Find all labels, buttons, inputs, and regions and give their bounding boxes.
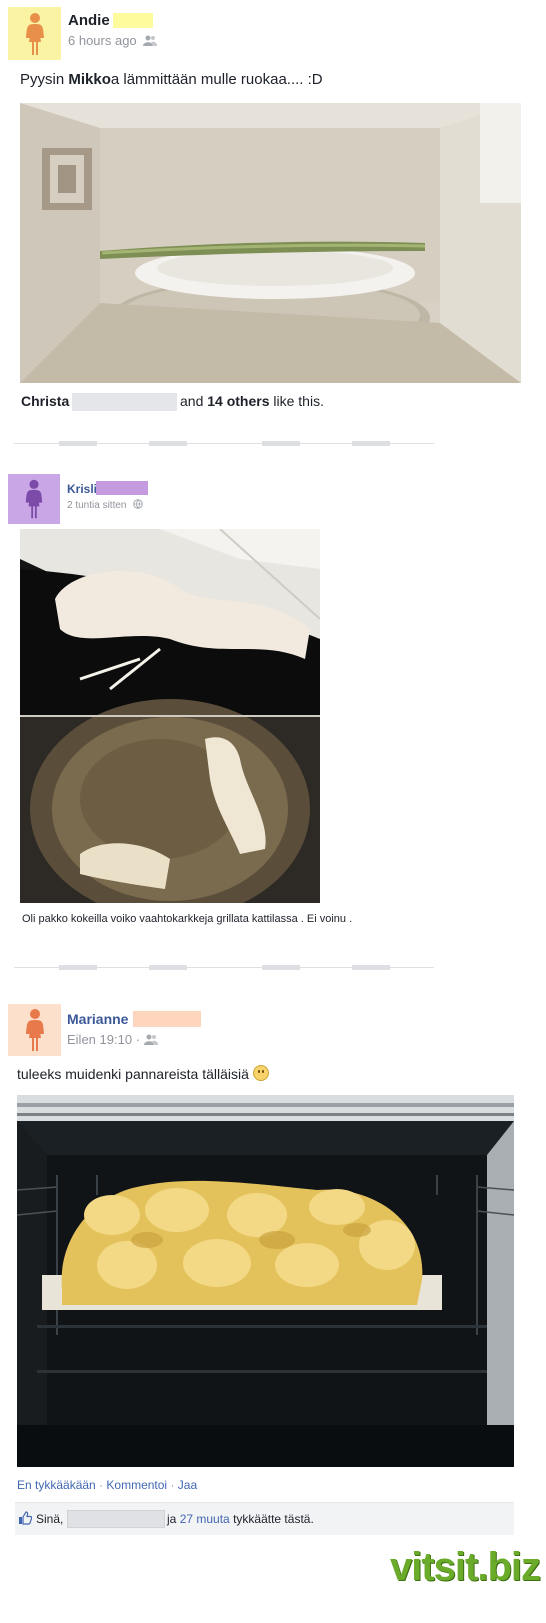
likes-and: ja [167,1512,177,1526]
timestamp-text[interactable]: 6 hours ago [68,33,137,48]
likes-others-link[interactable]: 27 muuta [180,1512,230,1526]
watermark-text: vitsit.biz [390,1545,541,1589]
oven-illustration [17,1095,514,1467]
microwave-illustration [20,103,521,383]
post-timestamp[interactable]: 2 tuntia sitten [67,499,144,511]
likes-and: and [180,393,204,409]
redacted-liker [72,393,177,411]
person-silhouette-icon [25,479,43,519]
redacted-liker [67,1510,165,1528]
action-separator: · [99,1478,104,1492]
author-first-name[interactable]: Andie [68,12,110,29]
likes-suffix: tykkäätte tästä. [233,1512,314,1526]
redacted-name [133,1011,201,1027]
comment-link[interactable]: Kommentoi [106,1478,167,1492]
likes-others-link[interactable]: 14 others [207,393,269,409]
avatar[interactable] [8,1004,61,1056]
share-link[interactable]: Jaa [178,1478,197,1492]
author-first-name[interactable]: Marianne [67,1011,128,1027]
post-divider [14,441,434,446]
friends-icon [143,35,158,46]
unlike-link[interactable]: En tykkääkään [17,1478,96,1492]
post-photo-marshmallows[interactable] [20,529,320,903]
post-actions: En tykkääkään · Kommentoi · Jaa [17,1478,197,1492]
globe-icon [133,499,144,509]
post-text-start: Pyysin [20,71,69,88]
thumbs-up-icon[interactable] [18,1511,32,1525]
caption-text: Oli pakko kokeilla voiko vaahtokarkkeja … [22,913,353,925]
timestamp-text[interactable]: Eilen 19:10 [67,1032,132,1047]
avatar[interactable] [8,7,61,60]
redacted-name [113,13,153,28]
photo-caption: Oli pakko kokeilla voiko vaahtokarkkeja … [22,913,352,925]
post-timestamp[interactable]: 6 hours ago [68,33,158,48]
person-silhouette-icon [25,1009,44,1051]
timestamp-text[interactable]: 2 tuntia sitten [67,500,126,511]
author-name[interactable]: Andie [68,12,110,29]
post-text-body: tuleeks muidenki pannareista tälläisiä [17,1066,249,1082]
author-first-name[interactable]: Krisli [67,482,97,496]
post-timestamp[interactable]: Eilen 19:10 · [67,1032,158,1047]
person-silhouette-icon [25,12,44,55]
marshmallow-illustration [20,529,320,903]
author-name[interactable]: Krisli [67,482,97,496]
post-text: tuleeks muidenki pannareista tälläisiä [17,1065,269,1082]
post-photo-microwave[interactable] [20,103,521,383]
watermark-logo: vitsit.biz [390,1545,541,1590]
likes-you: Sinä, [36,1512,64,1526]
likes-suffix: like this. [273,393,324,409]
post-text: Pyysin Mikkoa lämmittään mulle ruokaa...… [20,71,323,88]
likes-summary: Sinä, [36,1512,63,1526]
action-separator: · [170,1478,175,1492]
mentioned-name[interactable]: Mikko [68,71,111,88]
author-name[interactable]: Marianne [67,1011,128,1027]
post-divider [14,965,434,970]
likes-summary-rest: ja 27 muuta tykkäätte tästä. [167,1512,314,1526]
liker-name[interactable]: Christa [21,393,69,409]
post-photo-oven[interactable] [17,1095,514,1467]
smiley-icon [252,1065,269,1081]
likes-summary: Christa [21,393,69,409]
friends-icon [143,1034,158,1045]
post-text-end: a lämmittään mulle ruokaa.... :D [110,71,323,88]
likes-summary-rest: and 14 others like this. [180,393,324,409]
redacted-name [96,481,148,495]
timestamp-separator: · [135,1032,141,1047]
avatar[interactable] [8,474,60,524]
